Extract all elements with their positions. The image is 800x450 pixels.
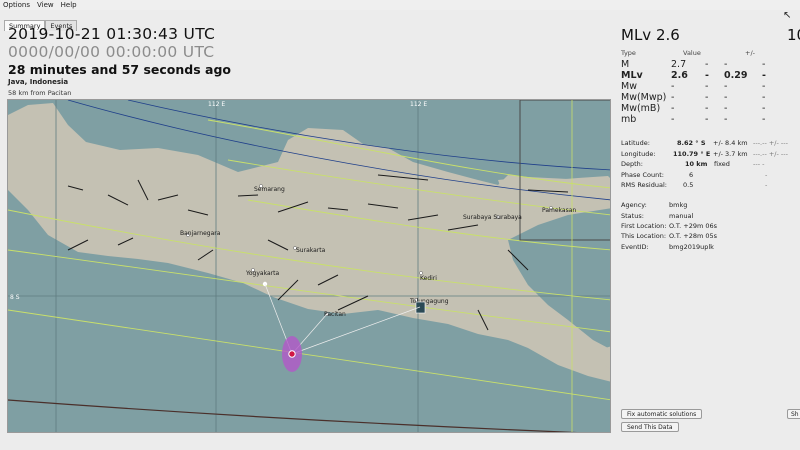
this-location-value: O.T. +28m 05s xyxy=(669,232,718,240)
mag-dash: - xyxy=(762,114,766,125)
eventid-value: bmg2019uplk xyxy=(669,243,714,251)
mag-value: 2.7 xyxy=(671,59,687,70)
mag-type: MLv xyxy=(621,70,643,81)
longitude-extra: ---.-- +/- --- xyxy=(753,150,788,158)
mag-row[interactable]: Mw(mB) - - - - xyxy=(621,103,791,114)
city-pamekasan: Pamekasan xyxy=(542,207,576,214)
longitude-error: +/- 3.7 km xyxy=(713,150,748,158)
mag-dash: - xyxy=(762,92,766,103)
mag-error: - xyxy=(724,81,728,92)
time-ago: 28 minutes and 57 seconds ago xyxy=(8,62,232,77)
city-kediri: Kediri xyxy=(420,275,437,282)
magnitude-cut-text: 10 xyxy=(787,26,800,44)
mag-type: M xyxy=(621,59,630,70)
mag-row[interactable]: Mw(Mwp) - - - - xyxy=(621,92,791,103)
latitude-value: 8.62 ° S xyxy=(677,139,706,147)
mag-header-type: Type xyxy=(621,49,636,57)
send-this-data-button[interactable]: Send This Data xyxy=(621,422,679,432)
city-pacitan: Pacitan xyxy=(324,311,346,318)
mag-header-value: Value xyxy=(683,49,701,57)
latitude-error: +/- 8.4 km xyxy=(713,139,748,147)
mag-dash: - xyxy=(705,114,709,125)
status-label: Status: xyxy=(621,212,644,220)
depth-extra: --- - xyxy=(753,160,765,168)
city-surakarta: Surakarta xyxy=(296,247,326,254)
menu-help[interactable]: Help xyxy=(58,0,81,10)
distance-text: 58 km from Pacitan xyxy=(8,89,72,97)
first-location-label: First Location: xyxy=(621,222,667,230)
event-map[interactable]: 112 E 112 E 8 S Semarang Surabaya Suraba… xyxy=(7,99,611,433)
longitude-value: 110.79 ° E xyxy=(673,150,711,158)
mag-type: mb xyxy=(621,114,637,125)
mag-row[interactable]: Mw - - - - xyxy=(621,81,791,92)
mag-header-pm: +/- xyxy=(745,49,755,57)
eventid-label: EventID: xyxy=(621,243,649,251)
map-lon-label-2: 112 E xyxy=(410,101,427,108)
city-tulungagung: Tulungagung xyxy=(409,298,449,305)
phase-count-extra: - xyxy=(765,171,768,179)
first-location-value: O.T. +29m 06s xyxy=(669,222,718,230)
mag-dash: - xyxy=(762,103,766,114)
mag-value: - xyxy=(671,81,675,92)
menu-view[interactable]: View xyxy=(34,0,58,10)
mag-type: Mw(mB) xyxy=(621,103,661,114)
epicenter-marker-icon[interactable] xyxy=(288,350,296,358)
show-button[interactable]: Sh xyxy=(787,409,800,419)
mag-value: - xyxy=(671,114,675,125)
latitude-label: Latitude: xyxy=(621,139,650,147)
depth-fixed: fixed xyxy=(714,160,730,168)
mag-value: - xyxy=(671,103,675,114)
mag-value: - xyxy=(671,92,675,103)
tab-bar: Summary Events xyxy=(4,13,78,31)
longitude-label: Longitude: xyxy=(621,150,656,158)
mag-row[interactable]: M 2.7 - - - xyxy=(621,59,791,70)
mag-dash: - xyxy=(762,70,766,81)
map-lon-label-1: 112 E xyxy=(208,101,225,108)
agency-label: Agency: xyxy=(621,201,647,209)
latitude-extra: ---.-- +/- --- xyxy=(753,139,788,147)
mag-error: - xyxy=(724,59,728,70)
map-canvas[interactable]: 112 E 112 E 8 S Semarang Surabaya Suraba… xyxy=(8,100,611,433)
mag-row[interactable]: MLv 2.6 - 0.29 - xyxy=(621,70,791,81)
map-lat-label: 8 S xyxy=(10,294,20,301)
mag-error: 0.29 xyxy=(724,70,748,81)
city-yogyakarta: Yogyakarta xyxy=(245,270,279,277)
mag-error: - xyxy=(724,92,728,103)
depth-value: 10 km xyxy=(685,160,708,168)
depth-label: Depth: xyxy=(621,160,643,168)
agency-value: bmkg xyxy=(669,201,688,209)
mag-row[interactable]: mb - - - - xyxy=(621,114,791,125)
mag-dash: - xyxy=(705,70,709,81)
phase-count-value: 6 xyxy=(689,171,694,179)
station-marker-icon[interactable] xyxy=(415,301,426,314)
menu-bar: Options View Help xyxy=(0,0,800,10)
region-name: Java, Indonesia xyxy=(8,78,69,86)
phase-count-label: Phase Count: xyxy=(621,171,664,179)
rms-value: 0.5 xyxy=(683,181,694,189)
mouse-cursor-icon: ↖ xyxy=(783,10,792,21)
rms-label: RMS Residual: xyxy=(621,181,667,189)
city-banjarnegara: Banjarnegara xyxy=(180,230,221,237)
mag-value: 2.6 xyxy=(671,70,688,81)
status-value: manual xyxy=(669,212,694,220)
menu-options[interactable]: Options xyxy=(0,0,34,10)
magnitude-title: MLv 2.6 xyxy=(621,26,680,44)
secondary-time: 0000/00/00 00:00:00 UTC xyxy=(8,43,215,61)
city-surabaya: Surabaya Surabaya xyxy=(463,214,522,221)
rms-extra: - xyxy=(765,181,768,189)
mag-dash: - xyxy=(705,59,709,70)
mag-type: Mw xyxy=(621,81,637,92)
city-semarang: Semarang xyxy=(254,186,285,193)
mag-error: - xyxy=(724,114,728,125)
origin-time: 2019-10-21 01:30:43 UTC xyxy=(8,25,216,43)
mag-error: - xyxy=(724,103,728,114)
mag-dash: - xyxy=(705,81,709,92)
mag-dash: - xyxy=(762,81,766,92)
fix-automatic-solutions-button[interactable]: Fix automatic solutions xyxy=(621,409,703,419)
mag-dash: - xyxy=(762,59,766,70)
mag-type: Mw(Mwp) xyxy=(621,92,667,103)
this-location-label: This Location: xyxy=(621,232,667,240)
mag-dash: - xyxy=(705,92,709,103)
mag-dash: - xyxy=(705,103,709,114)
